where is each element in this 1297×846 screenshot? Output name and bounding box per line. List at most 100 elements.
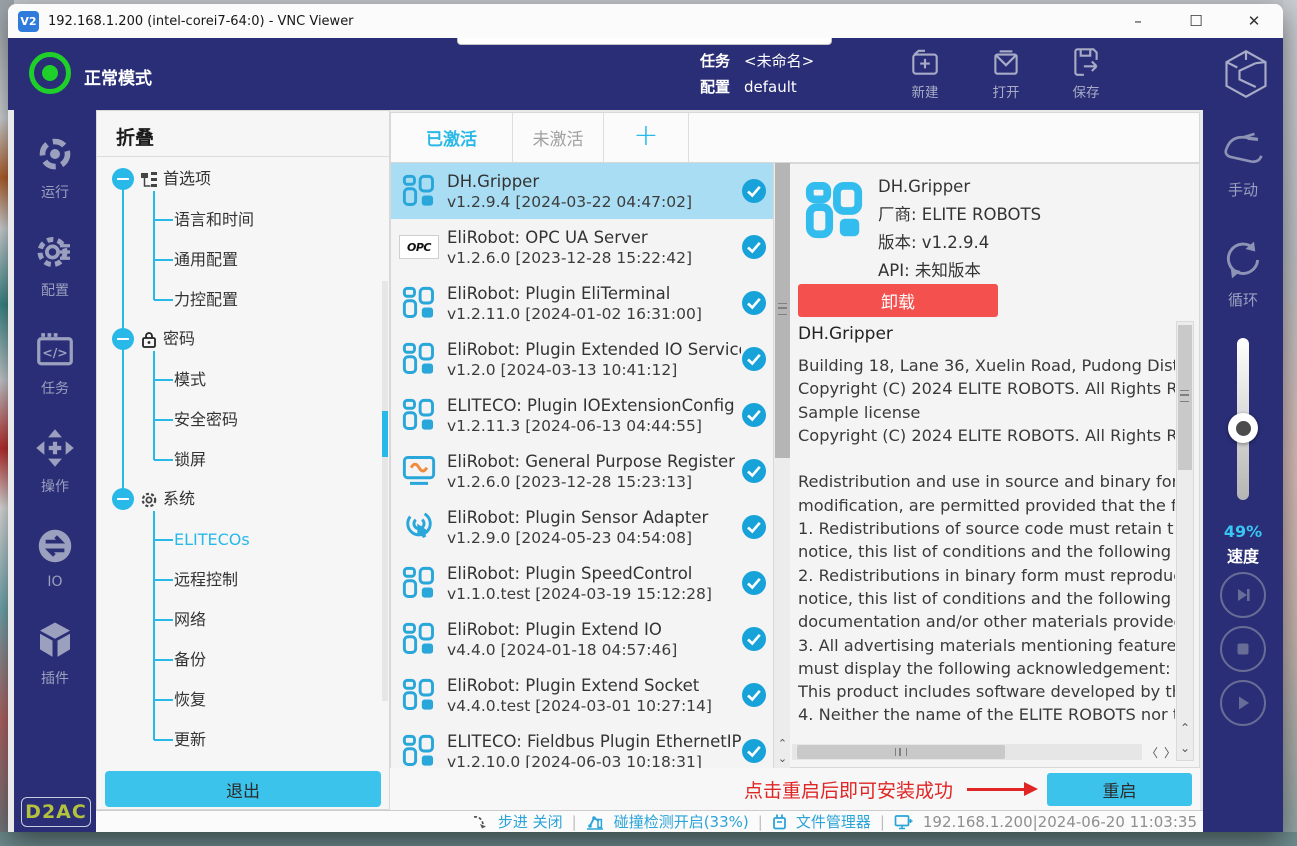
check-icon: [741, 570, 767, 596]
plugin-item-register-monitor[interactable]: EliRobot: General Purpose Register Monit…: [391, 443, 789, 499]
minimize-button[interactable]: –: [1109, 4, 1167, 38]
new-button[interactable]: 新建: [892, 45, 958, 101]
tree-item-language-time[interactable]: 语言和时间: [97, 206, 385, 234]
tree-group-password[interactable]: 密码: [97, 325, 385, 353]
sidebar-item-config[interactable]: 配置: [35, 232, 75, 300]
restart-button[interactable]: 重启: [1047, 773, 1192, 806]
tab-activated[interactable]: 已激活: [391, 113, 513, 162]
uninstall-button[interactable]: 卸载: [798, 284, 998, 317]
right-sidebar: 手动 循环 49% 速度: [1203, 110, 1283, 832]
plugin-item-dh-gripper[interactable]: DH.Gripperv1.2.9.4 [2024-03-22 04:47:02]: [391, 163, 789, 219]
target-icon: [35, 134, 75, 178]
remote-monitor-icon: [894, 814, 914, 830]
tab-not-activated[interactable]: 未激活: [513, 113, 604, 162]
tree-item-safety-password[interactable]: 安全密码: [97, 406, 385, 434]
config-label: 配置: [700, 74, 730, 100]
plugin-name: DH.Gripper: [878, 173, 1041, 201]
sidebar-item-run[interactable]: 运行: [35, 134, 75, 202]
robot-app: 正常模式 任务<未命名> 配置default 新建 打开 保存: [8, 38, 1283, 832]
check-icon: [741, 234, 767, 260]
window-titlebar[interactable]: V2 192.168.1.200 (intel-corei7-64:0) - V…: [8, 4, 1283, 38]
scroll-arrow-buttons[interactable]: ⌃⌄: [1177, 718, 1193, 758]
plugin-item-ioextensionconfig[interactable]: ELITECO: Plugin IOExtensionConfigv1.2.11…: [391, 387, 789, 443]
add-plugin-tab[interactable]: +: [604, 113, 689, 162]
cycle-mode-button[interactable]: 循环: [1203, 238, 1283, 310]
status-bar: 步进 关闭 | 碰撞检测开启(33%) | 文件管理器 | 192.168.1.…: [96, 810, 1203, 832]
tree-item-network[interactable]: 网络: [97, 606, 385, 634]
new-file-icon: [892, 45, 958, 79]
step-forward-button[interactable]: [1220, 572, 1266, 618]
play-button[interactable]: [1220, 680, 1266, 726]
collision-detect-status[interactable]: 碰撞检测开启(33%): [614, 811, 749, 832]
license-horizontal-scrollbar[interactable]: [792, 744, 1142, 760]
scroll-arrow-buttons[interactable]: ⌃⌄: [774, 736, 791, 766]
opc-logo-icon: OPC: [399, 235, 439, 259]
vnc-toolbar-handle[interactable]: [457, 38, 832, 45]
collapse-icon[interactable]: [112, 488, 134, 510]
open-button[interactable]: 打开: [973, 45, 1039, 101]
save-button[interactable]: 保存: [1053, 45, 1119, 101]
tree-item-general-config[interactable]: 通用配置: [97, 246, 385, 274]
divider: [97, 156, 389, 157]
plugin-grid-icon: [399, 733, 439, 768]
scroll-arrow-buttons[interactable]: 〈〉: [1144, 744, 1178, 760]
sidebar-item-io[interactable]: IO: [35, 526, 75, 590]
license-vertical-scrollbar[interactable]: ⌃⌄: [1176, 321, 1194, 761]
plugin-grid-icon: [399, 565, 439, 601]
tree-group-preferences[interactable]: 首选项: [97, 165, 385, 193]
file-manager-link[interactable]: 文件管理器: [796, 811, 871, 832]
panel-title: 折叠: [116, 123, 154, 150]
plugin-item-eliterminal[interactable]: EliRobot: Plugin EliTerminalv1.2.11.0 [2…: [391, 275, 789, 331]
window-title: 192.168.1.200 (intel-corei7-64:0) - VNC …: [48, 14, 354, 29]
org-chart-icon: [140, 170, 158, 193]
sidebar-item-task[interactable]: </> 任务: [35, 330, 75, 398]
code-window-icon: </>: [35, 330, 75, 374]
slider-thumb[interactable]: [1228, 413, 1258, 443]
tree-item-restore[interactable]: 恢复: [97, 686, 385, 714]
sidebar-item-operate[interactable]: 操作: [35, 428, 75, 496]
plugin-item-sensor-adapter[interactable]: EliRobot: Plugin Sensor Adapterv1.2.9.0 …: [391, 499, 789, 555]
io-swap-icon: [35, 526, 75, 570]
plugin-list-scrollbar[interactable]: ⌃⌄: [773, 163, 790, 768]
plugin-item-ethernetip[interactable]: ELITECO: Fieldbus Plugin EthernetIPv1.2.…: [391, 723, 789, 768]
plugin-item-extend-socket[interactable]: EliRobot: Plugin Extend Socketv4.4.0.tes…: [391, 667, 789, 723]
tree-item-lock-screen[interactable]: 锁屏: [97, 446, 385, 474]
check-icon: [741, 514, 767, 540]
stop-button[interactable]: [1220, 626, 1266, 672]
check-icon: [741, 402, 767, 428]
gear-icon: [35, 232, 75, 276]
config-value: default: [744, 74, 797, 100]
exit-button[interactable]: 退出: [105, 771, 381, 807]
step-mode-status[interactable]: 步进 关闭: [498, 811, 563, 832]
tree-item-mode[interactable]: 模式: [97, 366, 385, 394]
tree-item-force-config[interactable]: 力控配置: [97, 286, 385, 314]
speed-percent: 49%: [1203, 522, 1283, 541]
d2ac-badge: D2AC: [21, 797, 91, 827]
plugin-item-extended-io-service[interactable]: EliRobot: Plugin Extended IO Servicev1.2…: [391, 331, 789, 387]
tree-group-system[interactable]: 系统: [97, 485, 385, 513]
collapse-icon[interactable]: [112, 168, 134, 190]
maximize-button[interactable]: ☐: [1167, 4, 1225, 38]
close-button[interactable]: ✕: [1225, 4, 1283, 38]
plugin-item-extend-io[interactable]: EliRobot: Plugin Extend IOv4.4.0 [2024-0…: [391, 611, 789, 667]
sidebar-item-plugin[interactable]: 插件: [35, 620, 75, 688]
speed-slider[interactable]: [1237, 338, 1249, 500]
tree-item-update[interactable]: 更新: [97, 726, 385, 754]
plugin-grid-icon: [399, 621, 439, 657]
collapse-icon[interactable]: [112, 328, 134, 350]
bottom-action-bar: 点击重启后即可安装成功 重启: [390, 768, 1200, 810]
manual-mode-button[interactable]: 手动: [1203, 128, 1283, 200]
task-value: <未命名>: [744, 48, 814, 74]
tree-item-elitecos[interactable]: ELITECOs: [97, 526, 385, 554]
plugin-grid-icon: [399, 173, 439, 209]
plugin-list: DH.Gripperv1.2.9.4 [2024-03-22 04:47:02]…: [390, 163, 790, 768]
plugin-item-speedcontrol[interactable]: EliRobot: Plugin SpeedControlv1.1.0.test…: [391, 555, 789, 611]
check-icon: [741, 458, 767, 484]
tree-item-remote-control[interactable]: 远程控制: [97, 566, 385, 594]
plugin-item-opc-ua-server[interactable]: OPC EliRobot: OPC UA Serverv1.2.6.0 [202…: [391, 219, 789, 275]
touch-sensor-icon: [399, 509, 439, 545]
check-icon: [741, 626, 767, 652]
tree-item-backup[interactable]: 备份: [97, 646, 385, 674]
tree-scrollbar[interactable]: [382, 281, 388, 701]
plugin-grid-icon: [399, 285, 439, 321]
